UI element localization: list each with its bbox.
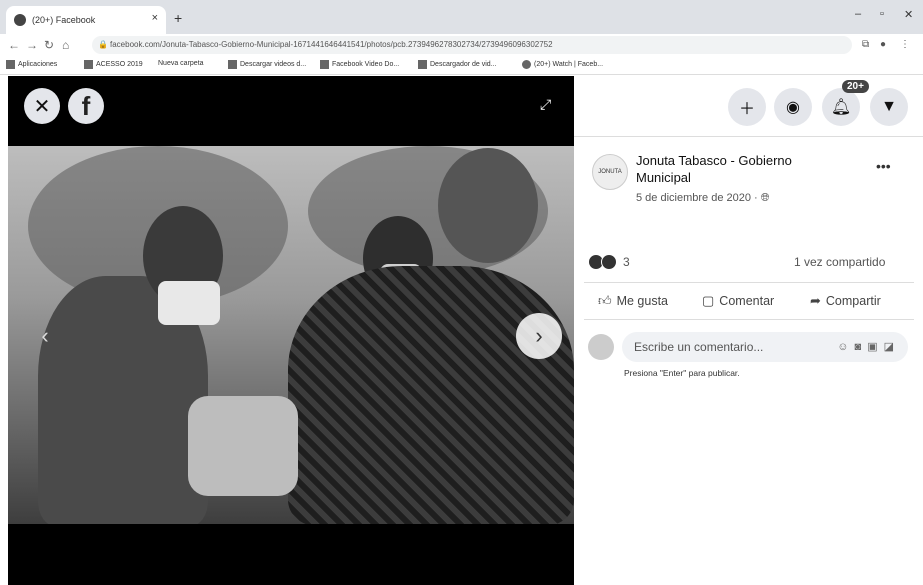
camera-icon[interactable]: ◙: [855, 341, 868, 353]
page-avatar[interactable]: JONUTA: [592, 154, 628, 190]
bookmark-label: Aplicaciones: [18, 61, 58, 68]
forward-icon[interactable]: →: [26, 38, 38, 52]
bookmark-item[interactable]: Descargador de vid...: [418, 60, 497, 69]
extension-icon[interactable]: ⧉: [862, 39, 869, 50]
emoji-icon[interactable]: ☺: [837, 341, 854, 353]
share-count[interactable]: 1 vez compartido: [794, 255, 885, 269]
url-text: facebook.com/Jonuta-Tabasco-Gobierno-Mun…: [110, 40, 553, 49]
profile-icon[interactable]: ●: [880, 39, 886, 50]
bookmark-item[interactable]: ACESSO 2019: [84, 60, 143, 69]
globe-icon: 🌐︎: [760, 192, 770, 204]
avatar-text: JONUTA: [598, 169, 622, 175]
facebook-favicon-icon: [14, 14, 26, 26]
caret-down-icon[interactable]: ▼: [870, 88, 908, 126]
bookmark-icon: [228, 60, 237, 69]
comment-input[interactable]: Escribe un comentario... ☺◙▣◪: [622, 332, 908, 362]
tab-close-icon[interactable]: ×: [152, 12, 158, 24]
photo-bag: [188, 396, 298, 496]
browser-tab-bar: (20+) Facebook × + – ▫ ✕: [0, 0, 923, 34]
like-button[interactable]: 👍︎ Me gusta: [598, 293, 668, 309]
window-close-icon[interactable]: ✕: [904, 8, 913, 21]
bookmark-icon: [320, 60, 329, 69]
home-icon[interactable]: ⌂: [62, 38, 69, 52]
comment-composer: Escribe un comentario... ☺◙▣◪: [588, 332, 908, 362]
next-photo-button[interactable]: ›: [516, 313, 562, 359]
close-icon[interactable]: ✕: [24, 88, 60, 124]
address-bar-row: ← → ↻ ⌂ 🔒 facebook.com/Jonuta-Tabasco-Go…: [0, 34, 923, 57]
thumbs-up-icon: 👍︎: [598, 293, 612, 308]
comment-hint: Presiona "Enter" para publicar.: [624, 368, 740, 378]
bookmark-label: Descargador de vid...: [430, 61, 497, 68]
comment-button[interactable]: ▢ Comentar: [702, 293, 774, 309]
bookmarks-bar: Aplicaciones ACESSO 2019 Nueva carpeta D…: [0, 56, 923, 75]
messenger-icon[interactable]: ◉: [774, 88, 812, 126]
maximize-icon[interactable]: ▫: [880, 8, 884, 20]
bookmark-label: (20+) Watch | Faceb...: [534, 61, 604, 68]
page-name-link[interactable]: Jonuta Tabasco - Gobierno Municipal: [636, 152, 846, 186]
bookmark-item[interactable]: (20+) Watch | Faceb...: [522, 60, 603, 69]
bookmark-item[interactable]: Descargar videos d...: [228, 60, 306, 69]
photo-face-mask: [158, 281, 220, 325]
bookmark-label: Descargar videos d...: [240, 61, 307, 68]
share-icon: ➦: [810, 293, 821, 308]
back-icon[interactable]: ←: [8, 38, 20, 52]
user-avatar[interactable]: [588, 334, 614, 360]
bookmark-icon: [84, 60, 93, 69]
post-date[interactable]: 5 de diciembre de 2020 · 🌐︎: [636, 192, 770, 205]
photo-viewer: ✕ f ⤢ ‹ ›: [8, 76, 574, 585]
photo-person: [288, 266, 574, 524]
post-side-panel: ＋ ◉ 🔔︎ 20+ ▼ JONUTA Jonuta Tabasco - Gob…: [574, 76, 923, 585]
post-actions: 👍︎ Me gusta ▢ Comentar ➦ Compartir: [584, 282, 914, 320]
tab-title: (20+) Facebook: [32, 15, 96, 25]
previous-photo-button[interactable]: ‹: [22, 313, 68, 359]
gif-icon[interactable]: ▣: [867, 341, 883, 353]
lock-icon: 🔒: [98, 40, 108, 49]
browser-menu-icon[interactable]: ⋮: [900, 39, 910, 50]
browser-tab[interactable]: (20+) Facebook ×: [6, 6, 166, 34]
bookmark-item[interactable]: Facebook Video Do...: [320, 60, 399, 69]
bookmark-label: Facebook Video Do...: [332, 61, 400, 68]
post-photo[interactable]: [8, 146, 574, 524]
new-tab-button[interactable]: +: [174, 10, 182, 26]
photo-person-head: [438, 148, 538, 263]
reload-icon[interactable]: ↻: [44, 38, 54, 52]
bookmark-icon: [418, 60, 427, 69]
share-label: Compartir: [825, 294, 881, 308]
comment-placeholder: Escribe un comentario...: [634, 340, 764, 354]
bell-icon[interactable]: 🔔︎: [822, 88, 860, 126]
bookmark-label: Nueva carpeta: [158, 60, 204, 67]
share-button[interactable]: ➦ Compartir: [810, 293, 881, 309]
create-plus-icon[interactable]: ＋: [728, 88, 766, 126]
post-date-text: 5 de diciembre de 2020 ·: [636, 192, 761, 204]
notifications-badge: 20+: [842, 80, 869, 93]
more-options-icon[interactable]: •••: [876, 158, 891, 174]
facebook-logo-icon[interactable]: f: [68, 88, 104, 124]
minimize-icon[interactable]: –: [855, 8, 861, 20]
bookmark-label: ACESSO 2019: [96, 61, 143, 68]
apps-icon: [6, 60, 15, 69]
facebook-favicon-icon: [522, 60, 531, 69]
url-field[interactable]: 🔒 facebook.com/Jonuta-Tabasco-Gobierno-M…: [92, 36, 852, 54]
sticker-icon[interactable]: ◪: [884, 341, 900, 353]
comment-label: Comentar: [719, 294, 775, 308]
divider: [574, 136, 923, 137]
comment-icon: ▢: [702, 293, 715, 308]
expand-icon[interactable]: ⤢: [540, 96, 551, 113]
reaction-count: 3: [623, 255, 630, 269]
bookmark-item[interactable]: Aplicaciones: [6, 60, 57, 69]
reactions-summary[interactable]: 3: [588, 254, 630, 270]
bookmark-item[interactable]: Nueva carpeta: [158, 60, 204, 67]
love-reaction-icon: [601, 254, 617, 270]
like-label: Me gusta: [616, 294, 669, 308]
comment-tools: ☺◙▣◪: [837, 332, 900, 362]
